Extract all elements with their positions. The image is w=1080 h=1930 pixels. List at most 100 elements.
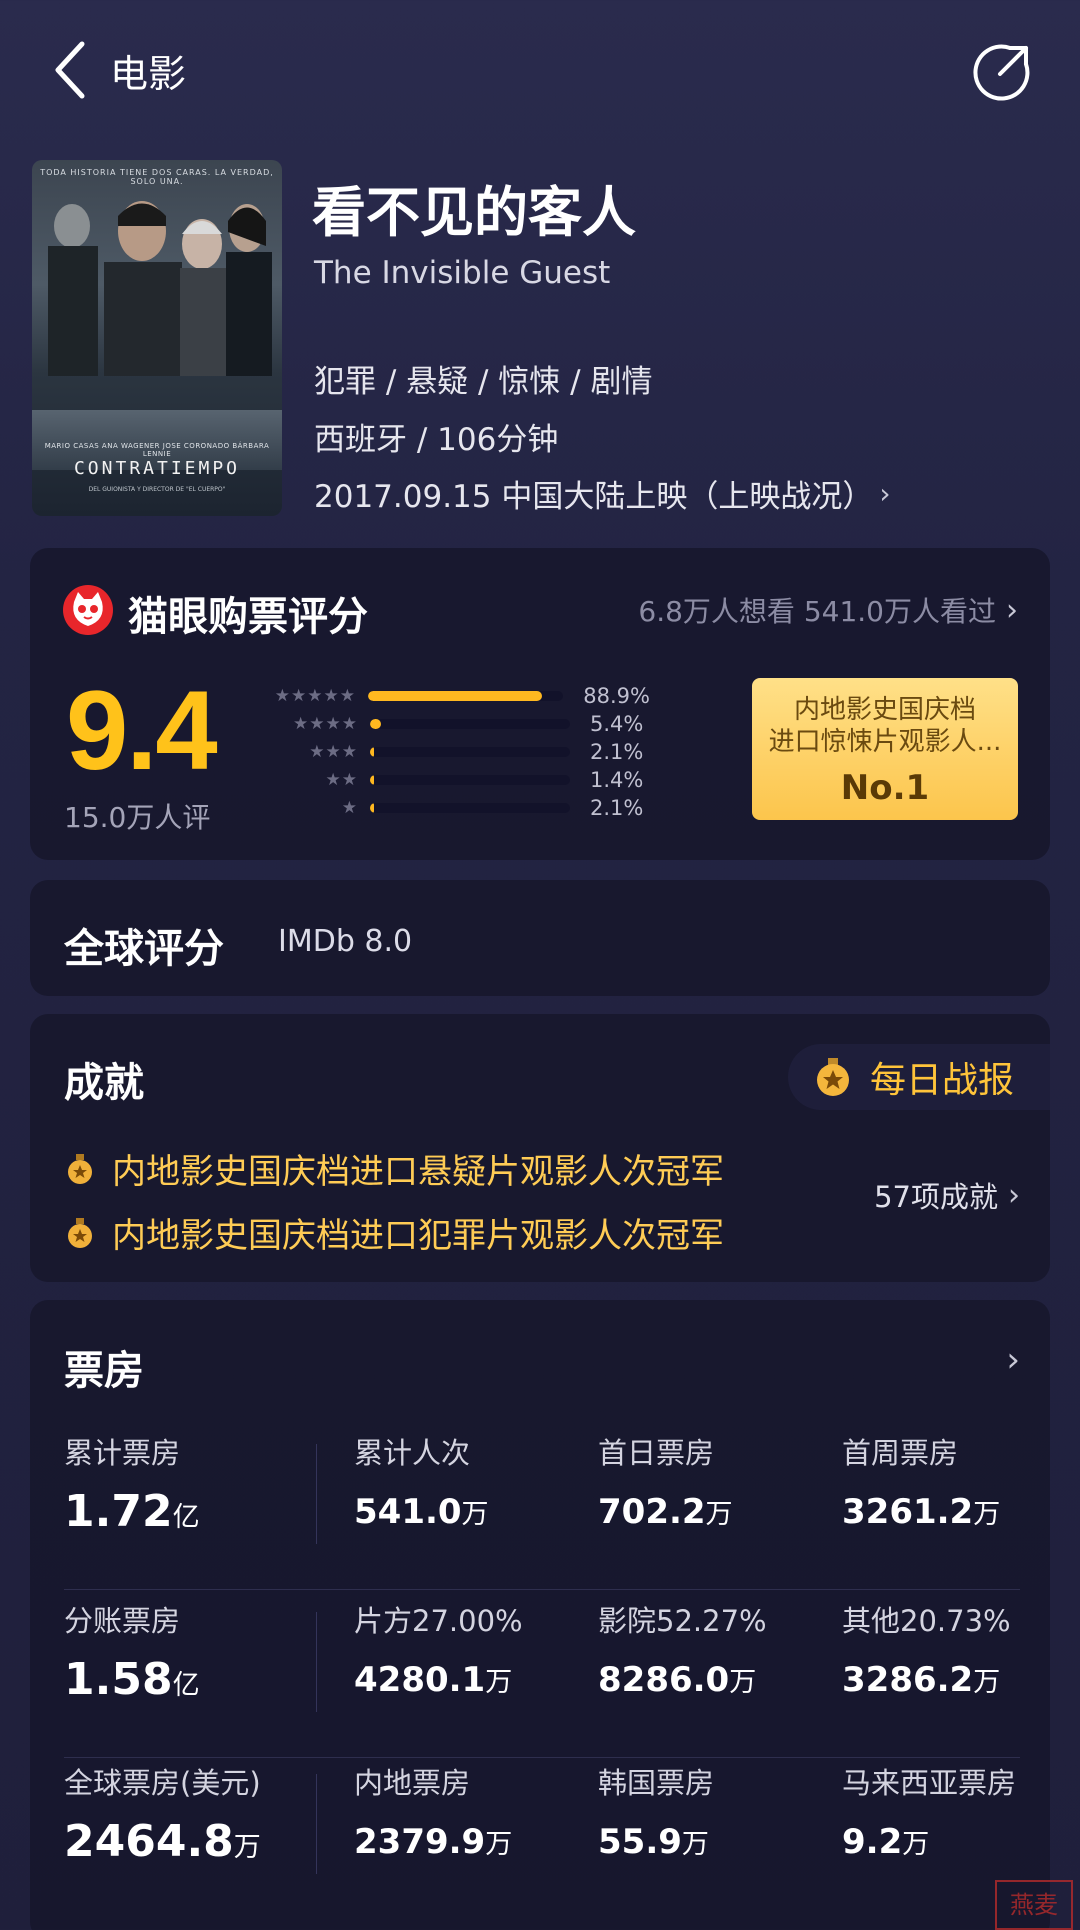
box-office-cell: 首周票房 3261.2万: [842, 1430, 1000, 1532]
rating-stats-text: 6.8万人想看 541.0万人看过: [638, 595, 996, 628]
daily-report-button[interactable]: 每日战报: [788, 1044, 1050, 1110]
box-office-value: 541.0万: [354, 1492, 489, 1532]
rating-bar-fill: [370, 719, 381, 729]
more-achievements-label: 57项成就: [874, 1180, 998, 1214]
value-unit: 万: [705, 1499, 733, 1530]
back-button[interactable]: 电影: [52, 38, 212, 102]
value-unit: 万: [729, 1667, 757, 1698]
value-number: 702.2: [598, 1492, 706, 1532]
rating-percent: 2.1%: [590, 796, 644, 820]
release-info-link[interactable]: 2017.09.15 中国大陆上映（上映战况） ›: [314, 471, 891, 516]
box-office-label: 首周票房: [842, 1436, 959, 1470]
maoyan-cat-icon: [63, 585, 113, 635]
rating-bar-row: ★★★★★ 88.9%: [270, 682, 650, 710]
chevron-right-icon: ›: [1006, 592, 1018, 628]
global-rating-card[interactable]: 全球评分 IMDb 8.0: [30, 880, 1050, 996]
poster-tagline: TODA HISTORIA TIENE DOS CARAS. LA VERDAD…: [40, 168, 274, 186]
rank-line-2: 进口惊悚片观影人...: [768, 727, 1002, 757]
rank-badge[interactable]: 内地影史国庆档 进口惊悚片观影人... No.1: [752, 678, 1018, 820]
rating-title: 猫眼购票评分: [128, 594, 368, 640]
rating-percent: 1.4%: [590, 768, 644, 792]
chevron-right-icon: ›: [1008, 1177, 1020, 1213]
rating-bar-fill: [370, 775, 374, 785]
chevron-right-icon[interactable]: ›: [1006, 1340, 1020, 1380]
poster-credits: MARIO CASAS ANA WAGENER JOSE CORONADO BÁ…: [44, 442, 270, 458]
star-icons: ★★★★★: [274, 686, 356, 706]
star-icons: ★★: [325, 770, 358, 790]
rank-line-1: 内地影史国庆档: [793, 695, 976, 725]
value-unit: 万: [902, 1829, 930, 1860]
top-bar: 电影: [0, 0, 1080, 140]
movie-country-duration: 西班牙 / 106分钟: [314, 422, 559, 458]
achievement-item: 内地影史国庆档进口悬疑片观影人次冠军: [64, 1144, 724, 1193]
achievement-text: 内地影史国庆档进口犯罪片观影人次冠军: [112, 1216, 724, 1256]
achievements-card: 成就 每日战报 内地影史国庆档进口悬疑片观影人次冠军 内地影史国庆档进口犯罪片观…: [30, 1014, 1050, 1282]
box-office-label: 韩国票房: [598, 1766, 715, 1800]
box-office-value: 9.2万: [842, 1822, 1016, 1862]
box-office-value: 1.58亿: [64, 1654, 200, 1705]
rating-score: 9.4: [66, 668, 218, 793]
box-office-cell: 分账票房 1.58亿: [64, 1598, 200, 1705]
global-rating-label: 全球评分: [64, 926, 224, 972]
box-office-value: 702.2万: [598, 1492, 733, 1532]
poster-artwork: [48, 201, 272, 376]
watermark-stamp: 燕麦: [995, 1880, 1073, 1930]
more-achievements-link[interactable]: 57项成就 ›: [874, 1174, 1020, 1216]
box-office-cell: 累计人次 541.0万: [354, 1430, 489, 1532]
movie-poster[interactable]: TODA HISTORIA TIENE DOS CARAS. LA VERDAD…: [32, 160, 282, 516]
achievement-item: 内地影史国庆档进口犯罪片观影人次冠军: [64, 1208, 724, 1257]
value-unit: 万: [233, 1832, 261, 1863]
value-number: 2379.9: [354, 1822, 486, 1862]
rating-bar-track: [370, 775, 570, 785]
value-number: 8286.0: [598, 1660, 730, 1700]
box-office-label: 分账票房: [64, 1604, 181, 1638]
rating-bar-fill: [370, 803, 375, 813]
box-office-cell: 影院52.27% 8286.0万: [598, 1598, 767, 1700]
rating-distribution: ★★★★★ 88.9% ★★★★ 5.4% ★★★ 2.1% ★★ 1.4% ★…: [270, 682, 650, 822]
achievements-title: 成就: [64, 1060, 144, 1106]
rating-percent: 88.9%: [583, 684, 650, 708]
box-office-value: 2464.8万: [64, 1816, 261, 1867]
rating-percent: 5.4%: [590, 712, 644, 736]
box-office-label: 累计人次: [354, 1436, 471, 1470]
box-office-cell: 韩国票房 55.9万: [598, 1760, 714, 1862]
box-office-label: 内地票房: [354, 1766, 471, 1800]
share-button[interactable]: [970, 40, 1034, 104]
release-text: 2017.09.15 中国大陆上映（上映战况）: [314, 479, 874, 515]
star-icons: ★★★★: [293, 714, 358, 734]
daily-report-label: 每日战报: [870, 1060, 1015, 1101]
row-divider: [64, 1589, 1020, 1590]
rating-stats-link[interactable]: 6.8万人想看 541.0万人看过 ›: [638, 590, 1018, 630]
box-office-label: 影院52.27%: [598, 1604, 767, 1638]
rating-bar-fill: [367, 691, 542, 701]
rating-bar-row: ★ 2.1%: [270, 794, 650, 822]
box-office-label: 马来西亚票房: [842, 1766, 1017, 1800]
box-office-row: 累计票房 1.72亿 累计人次 541.0万 首日票房 702.2万 首周票房 …: [30, 1430, 1050, 1590]
medal-icon: [68, 1153, 92, 1184]
box-office-value: 2379.9万: [354, 1822, 512, 1862]
box-office-card: 票房 › 累计票房 1.72亿 累计人次 541.0万 首日票房 702.2万 …: [30, 1300, 1050, 1930]
movie-title: 看不见的客人: [312, 181, 636, 244]
rating-card: 猫眼购票评分 6.8万人想看 541.0万人看过 › 9.4 15.0万人评 ★…: [30, 548, 1050, 860]
box-office-value: 8286.0万: [598, 1660, 767, 1700]
achievement-text: 内地影史国庆档进口悬疑片观影人次冠军: [112, 1152, 724, 1192]
rating-bar-row: ★★★★ 5.4%: [270, 710, 650, 738]
rank-number: No.1: [840, 768, 930, 808]
box-office-label: 其他20.73%: [842, 1604, 1011, 1638]
box-office-title: 票房: [64, 1348, 144, 1394]
box-office-cell: 内地票房 2379.9万: [354, 1760, 512, 1862]
rating-bar-track: [370, 747, 570, 757]
medal-icon: [817, 1058, 849, 1096]
box-office-row: 分账票房 1.58亿 片方27.00% 4280.1万 影院52.27% 828…: [30, 1598, 1050, 1758]
value-number: 55.9: [598, 1822, 682, 1862]
value-unit: 万: [681, 1829, 709, 1860]
box-office-row: 全球票房(美元) 2464.8万 内地票房 2379.9万 韩国票房 55.9万…: [30, 1760, 1050, 1920]
value-number: 2464.8: [64, 1816, 234, 1867]
box-office-value: 55.9万: [598, 1822, 714, 1862]
rating-count: 15.0万人评: [64, 801, 211, 834]
value-unit: 万: [461, 1499, 489, 1530]
movie-english-title: The Invisible Guest: [314, 255, 611, 291]
rating-percent: 2.1%: [590, 740, 644, 764]
box-office-value: 3261.2万: [842, 1492, 1000, 1532]
box-office-value: 1.72亿: [64, 1486, 200, 1537]
